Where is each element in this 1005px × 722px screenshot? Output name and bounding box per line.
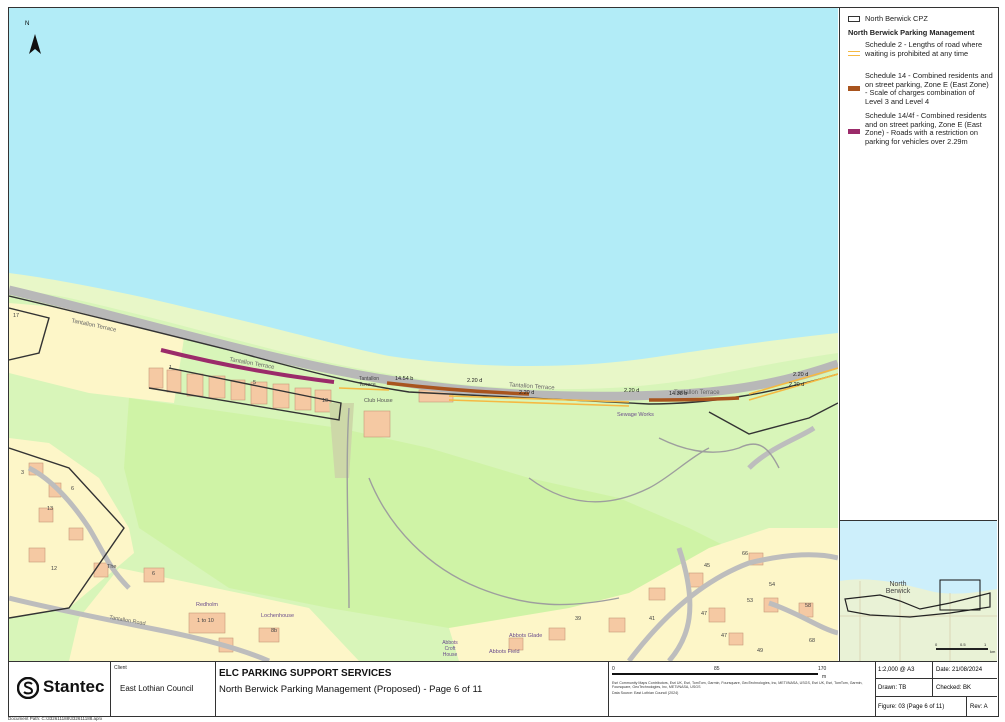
legend-heading: North Berwick Parking Management (848, 28, 975, 37)
house-number: 1 (169, 365, 173, 371)
house-number: The (107, 564, 117, 570)
house-number: 13 (47, 506, 54, 512)
project-cell: ELC PARKING SUPPORT SERVICES North Berwi… (215, 662, 609, 716)
length-label: 2.20 d (793, 372, 809, 378)
length-label: 2.20 d (789, 382, 805, 388)
inset-scale-0: 0 (935, 642, 938, 647)
house-number: 5 (253, 380, 257, 386)
date-value: Date: 21/08/2024 (933, 662, 997, 679)
figure-value: Figure: 03 (Page 6 of 11) (875, 697, 967, 716)
legend-item-label: Schedule 14/4f - Combined residents and … (865, 111, 987, 146)
logo-text: Stantec (43, 677, 105, 696)
project-title: ELC PARKING SUPPORT SERVICES (219, 668, 392, 679)
house-number: 47 (721, 633, 728, 639)
schedule-14-4f-swatch (848, 129, 860, 134)
house-number: 39 (575, 616, 582, 622)
inset-scale-mid: 0.5 (960, 642, 966, 647)
cpz-swatch (848, 16, 860, 22)
inset-scale-1: 1 (984, 642, 987, 647)
title-block: Stantec Client East Lothian Council ELC … (9, 661, 997, 716)
legend-panel: North Berwick CPZ North Berwick Parking … (839, 8, 997, 520)
house-number: 6 (152, 571, 156, 577)
rev-value: Rev: A (970, 704, 988, 710)
north-label: N (25, 21, 30, 27)
logo-cell: Stantec (9, 662, 111, 716)
legend-item-label: Schedule 14 - Combined residents and on … (865, 71, 993, 106)
scale-bar-0: 0 (612, 666, 615, 672)
club-house-label: Club House (364, 398, 393, 404)
attribution-text: Esri Community Maps Contributors, Esri U… (612, 681, 863, 690)
length-label: 14.54 b (395, 376, 414, 382)
house-number: 3 (21, 470, 25, 476)
scale-value: 1:2,000 @ A3 (875, 662, 933, 679)
house-number: 49 (757, 648, 764, 654)
house-number: 12 (51, 566, 58, 572)
sewage-works-label: Sewage Works (617, 412, 654, 418)
inset-scale-unit: km (990, 649, 996, 654)
length-label: 2.20 d (624, 388, 640, 394)
map-canvas (9, 8, 838, 661)
inset-label: North Berwick (885, 581, 911, 595)
house-number: 6 (71, 486, 75, 492)
tantallon-terrace-small: Tantallon Terrace (359, 376, 380, 388)
document-path: Document Path: C:\332611188\332611188.ap… (8, 716, 103, 721)
house-number: 45 (704, 563, 711, 569)
scale-bar-unit: m (822, 674, 827, 680)
lochenhouse-label: Lochenhouse (261, 613, 295, 619)
scale-bar-170: 170 (818, 666, 827, 672)
house-number: 47 (701, 611, 708, 617)
schedule-2-swatch (848, 51, 860, 56)
abbots-croft-house-label: Abbots Croft House (442, 640, 458, 658)
scale-cell: 0 85 170 m Esri Community Maps Contribut… (608, 662, 876, 716)
length-label: 14.38 b (669, 391, 688, 397)
house-number: 10 (322, 398, 329, 404)
schedule-14-swatch (848, 86, 860, 91)
abbots-field-label: Abbots Field (489, 649, 520, 655)
scale-bar (612, 673, 818, 675)
house-number: 66 (742, 551, 749, 557)
project-subtitle: North Berwick Parking Management (Propos… (219, 684, 483, 695)
redholm-label: Redholm (196, 602, 219, 608)
length-label: 2.20 d (519, 390, 535, 396)
client-label: Client (114, 665, 127, 671)
house-number: 53 (747, 598, 754, 604)
client-cell: Client East Lothian Council (110, 662, 216, 716)
inset-map[interactable]: North Berwick 0 0.5 1 km (839, 520, 997, 662)
house-number: 58 (805, 603, 812, 609)
house-number: 1 to 10 (197, 618, 214, 624)
scale-bar-85: 85 (714, 666, 720, 672)
main-map[interactable]: N Tantallon Terrace Tantallon Terrace Ta… (9, 8, 838, 661)
stantec-logo-icon (17, 677, 39, 699)
details-grid: 1:2,000 @ A3 Date: 21/08/2024 Drawn: TB … (875, 662, 997, 716)
abbots-glade-label: Abbots Glade (509, 633, 543, 639)
house-number: 8b (271, 628, 278, 634)
client-name: East Lothian Council (120, 684, 194, 693)
house-number: 17 (13, 313, 20, 319)
checked-value: Checked: BK (933, 679, 997, 697)
house-number: 54 (769, 582, 776, 588)
house-number: 41 (649, 616, 656, 622)
data-source-text: Data Source: East Lothian Council (2024) (612, 691, 679, 695)
legend-cpz-label: North Berwick CPZ (865, 14, 928, 23)
legend-item-label: Schedule 2 - Lengths of road where waiti… (865, 40, 983, 58)
house-number: 68 (809, 638, 816, 644)
drawn-value: Drawn: TB (875, 679, 933, 697)
length-label: 2.20 d (467, 378, 483, 384)
inset-canvas (840, 579, 997, 662)
inset-scale-bar (936, 648, 988, 650)
